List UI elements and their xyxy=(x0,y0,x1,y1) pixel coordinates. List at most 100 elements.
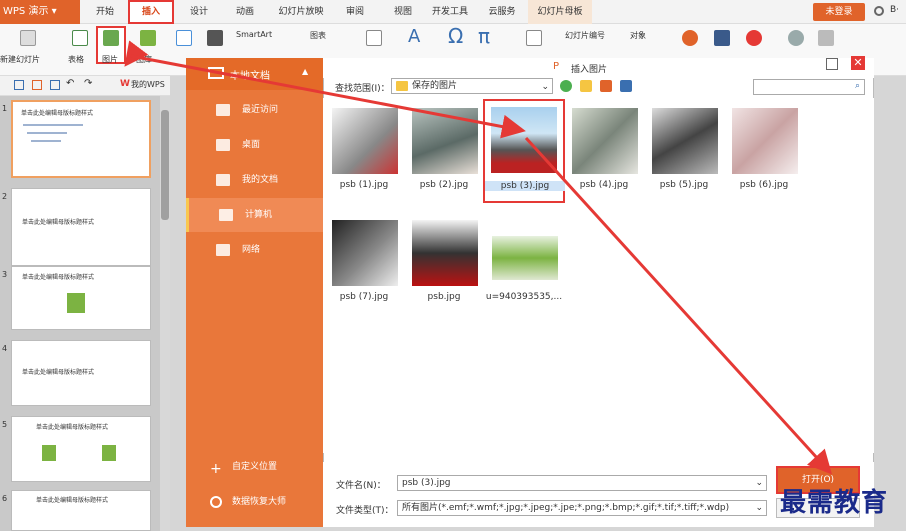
tab-slide-master[interactable]: 幻灯片母板 xyxy=(528,0,592,24)
flash-icon[interactable] xyxy=(746,30,762,46)
slide-thumbnail[interactable]: 单击此处编辑母版标题样式 xyxy=(11,100,151,178)
file-thumbnail xyxy=(491,107,557,173)
undo-icon[interactable]: ↶ xyxy=(66,78,74,89)
file-name: psb (4).jpg xyxy=(579,180,629,190)
custom-location-label: 自定义位置 xyxy=(232,462,278,472)
tab-review[interactable]: 审阅 xyxy=(342,0,368,24)
audio-icon[interactable] xyxy=(682,30,698,46)
new-folder-icon[interactable] xyxy=(600,80,612,92)
tab-insert[interactable]: 插入 xyxy=(128,0,174,24)
slide-title: 单击此处编辑母版标题样式 xyxy=(22,274,95,281)
nav-item-label: 最近访问 xyxy=(242,105,279,115)
collapse-icon[interactable]: ▲ xyxy=(302,67,308,76)
nav-item-documents[interactable]: 我的文档 xyxy=(186,163,323,197)
gallery-icon[interactable] xyxy=(140,30,156,46)
search-input[interactable]: ⌕ xyxy=(753,79,865,95)
file-thumbnail xyxy=(492,236,558,280)
wordart-icon[interactable]: A xyxy=(408,26,420,47)
app-menu-button[interactable]: WPS 演示 ▾ xyxy=(0,0,80,24)
file-item[interactable]: psb (1).jpg xyxy=(324,108,404,208)
tab-design[interactable]: 设计 xyxy=(186,0,212,24)
nav-item-computer[interactable]: 计算机 xyxy=(186,198,323,232)
gallery-label[interactable]: 图库 xyxy=(136,54,152,65)
export-icon[interactable] xyxy=(32,80,42,90)
video-icon[interactable] xyxy=(714,30,730,46)
nav-item-recent[interactable]: 最近访问 xyxy=(186,93,323,127)
print-icon[interactable] xyxy=(50,80,60,90)
file-item-selected[interactable]: psb (3).jpg xyxy=(483,99,565,203)
view-menu-icon[interactable] xyxy=(620,80,632,92)
slide-number-button[interactable]: 幻灯片编号 xyxy=(565,30,605,41)
file-name: u=940393535,... xyxy=(485,292,563,302)
settings-icon[interactable] xyxy=(874,6,884,16)
nav-item-network[interactable]: 网络 xyxy=(186,233,323,267)
new-slide-label[interactable]: 新建幻灯片 xyxy=(0,54,40,65)
login-button[interactable]: 未登录 xyxy=(813,3,865,21)
smartart-button[interactable]: SmartArt xyxy=(236,30,272,39)
filename-input[interactable]: psb (3).jpg ⌄ xyxy=(397,475,767,491)
play-icon[interactable] xyxy=(818,30,834,46)
restore-button[interactable] xyxy=(826,58,838,70)
save-icon[interactable] xyxy=(14,80,24,90)
tab-view[interactable]: 视图 xyxy=(390,0,416,24)
chart-button[interactable]: 图表 xyxy=(310,30,326,41)
slide-number: 3 xyxy=(2,270,8,279)
table-label[interactable]: 表格 xyxy=(68,54,84,65)
file-name: psb (3).jpg xyxy=(485,181,565,191)
shape-icon[interactable] xyxy=(176,30,192,46)
tab-cloud[interactable]: 云服务 xyxy=(484,0,520,24)
desktop-icon xyxy=(216,139,230,151)
chevron-down-icon: ⌄ xyxy=(753,501,763,515)
file-item[interactable]: psb (5).jpg xyxy=(644,108,724,208)
slide-thumbnail[interactable]: 单击此处编辑母版标题样式 xyxy=(11,416,151,482)
data-recovery-button[interactable]: 数据恢复大师 xyxy=(198,490,308,514)
file-item[interactable]: psb (4).jpg xyxy=(564,108,644,208)
textbox-icon[interactable] xyxy=(366,30,382,46)
chart-thumbnail xyxy=(42,445,56,461)
tab-slideshow[interactable]: 幻灯片放映 xyxy=(275,0,327,24)
file-thumbnail xyxy=(652,108,718,174)
more-icon[interactable]: B· xyxy=(890,5,899,15)
header-footer-icon[interactable] xyxy=(526,30,542,46)
file-item[interactable]: u=940393535,... xyxy=(484,220,564,320)
file-item[interactable]: psb.jpg xyxy=(404,220,484,320)
dialog-title: 插入图片 xyxy=(571,65,608,75)
computer-icon xyxy=(208,67,224,79)
file-item[interactable]: psb (2).jpg xyxy=(404,108,484,208)
file-thumbnail xyxy=(412,220,478,286)
watermark: 最需教育 xyxy=(780,488,889,518)
filetype-select[interactable]: 所有图片(*.emf;*.wmf;*.jpg;*.jpeg;*.jpe;*.pn… xyxy=(397,500,767,516)
nav-item-label: 计算机 xyxy=(245,210,273,220)
new-slide-icon[interactable] xyxy=(20,30,36,46)
slide-thumbnail[interactable]: 单击此处编辑母版标题样式 xyxy=(11,188,151,266)
recent-icon xyxy=(216,104,230,116)
slide-thumbnail[interactable]: 单击此处编辑母版标题样式 xyxy=(11,490,151,531)
table-icon[interactable] xyxy=(72,30,88,46)
tab-developer[interactable]: 开发工具 xyxy=(428,0,472,24)
chart-thumbnail xyxy=(67,293,85,313)
slide-thumbnail[interactable]: 单击此处编辑母版标题样式 xyxy=(11,340,151,406)
up-folder-icon[interactable] xyxy=(580,80,592,92)
scrollbar-thumb[interactable] xyxy=(161,110,169,220)
slide-thumbnail[interactable]: 单击此处编辑母版标题样式 xyxy=(11,266,151,330)
back-icon[interactable] xyxy=(560,80,572,92)
tab-home[interactable]: 开始 xyxy=(92,0,118,24)
nav-item-label: 网络 xyxy=(242,245,261,255)
custom-location-button[interactable]: + 自定义位置 xyxy=(198,455,308,479)
icons-icon[interactable] xyxy=(207,30,223,46)
symbol-icon[interactable]: Ω xyxy=(448,24,463,48)
file-item[interactable]: psb (7).jpg xyxy=(324,220,404,320)
close-button[interactable]: ✕ xyxy=(851,56,865,70)
redo-icon[interactable]: ↷ xyxy=(84,78,92,89)
object-button[interactable]: 对象 xyxy=(630,30,646,41)
dialog-logo-icon: P xyxy=(553,61,560,72)
web-icon[interactable] xyxy=(788,30,804,46)
equation-icon[interactable]: π xyxy=(478,24,490,48)
file-item[interactable]: psb (6).jpg xyxy=(724,108,804,208)
file-thumbnail xyxy=(412,108,478,174)
nav-item-desktop[interactable]: 桌面 xyxy=(186,128,323,162)
tab-animation[interactable]: 动画 xyxy=(232,0,258,24)
my-wps-tab[interactable]: 我的WPS xyxy=(131,79,165,90)
wps-logo-icon: W xyxy=(120,79,130,89)
look-in-select[interactable]: 保存的图片 ⌄ xyxy=(391,78,553,94)
